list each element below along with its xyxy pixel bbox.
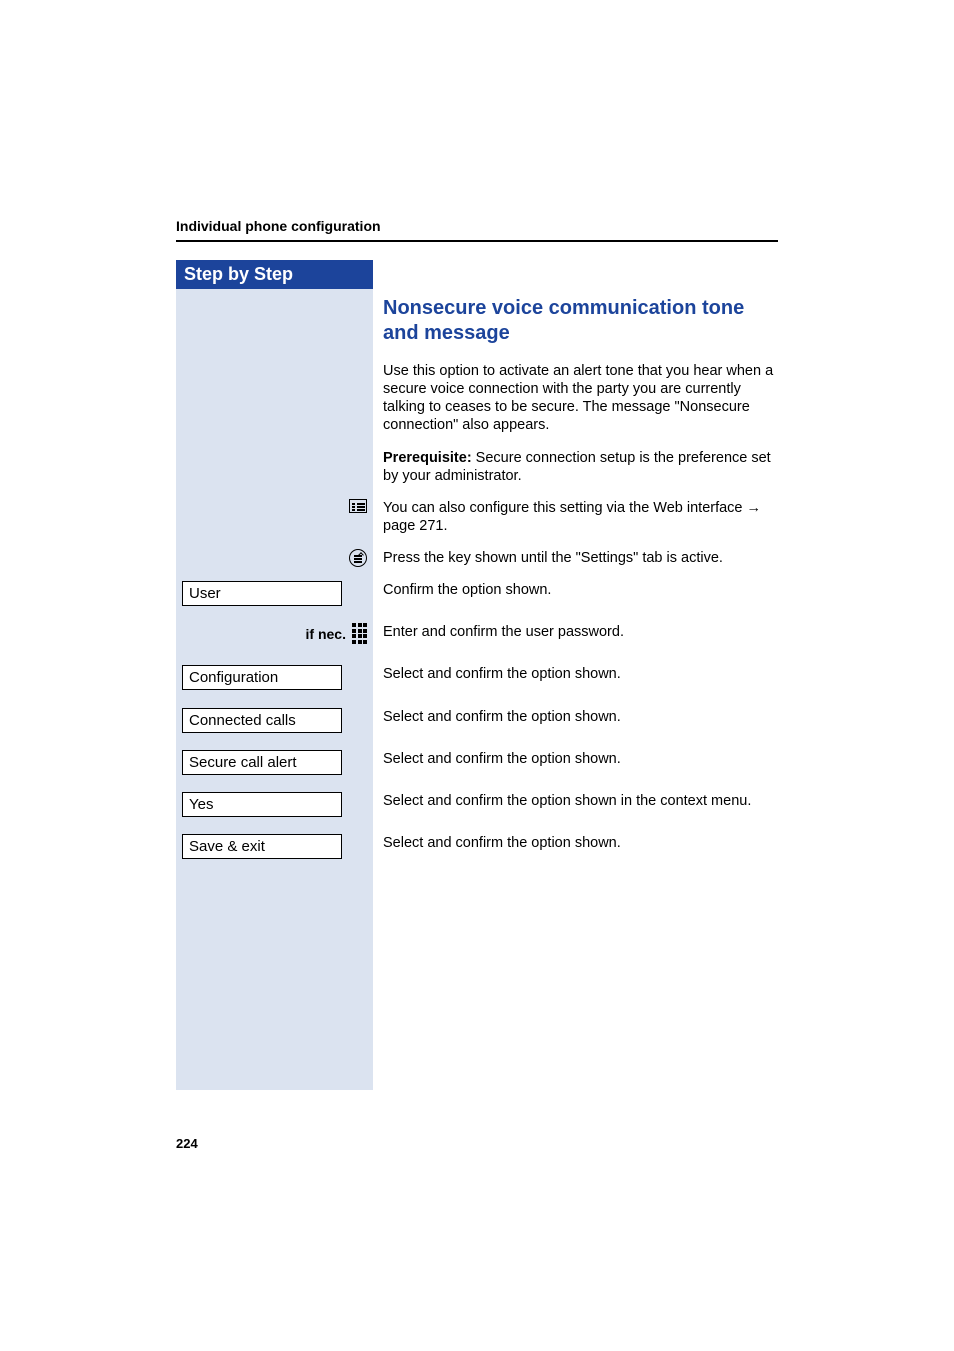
step-row-configuration: Configuration Select and confirm the opt…	[383, 665, 778, 683]
step-row-connected-calls: Connected calls Select and confirm the o…	[383, 708, 778, 726]
step-row-secure-call-alert: Secure call alert Select and confirm the…	[383, 750, 778, 768]
step-text-settings: Press the key shown until the "Settings"…	[383, 549, 723, 567]
prereq-label: Prerequisite:	[383, 450, 472, 466]
step-row-password: if nec. Enter and confirm the user passw…	[383, 623, 778, 641]
step-text-yes: Select and confirm the option shown in t…	[383, 792, 751, 810]
step-row-save-exit: Save & exit Select and confirm the optio…	[383, 834, 778, 852]
phone-field-configuration: Configuration	[182, 665, 342, 690]
phone-field-yes: Yes	[182, 792, 342, 817]
step-text-save-exit: Select and confirm the option shown.	[383, 834, 621, 852]
keypad-icon	[352, 623, 367, 644]
phone-field-user: User	[182, 581, 342, 606]
header-title: Individual phone configuration	[176, 218, 381, 234]
intro-paragraph: Use this option to activate an alert ton…	[383, 362, 778, 435]
step-text-user: Confirm the option shown.	[383, 581, 551, 599]
step-text-password: Enter and confirm the user password.	[383, 623, 624, 641]
settings-key-icon	[349, 549, 367, 567]
section-heading: Nonsecure voice communication tone and m…	[383, 296, 778, 346]
step-row-yes: Yes Select and confirm the option shown …	[383, 792, 778, 810]
step-text-secure-call-alert: Select and confirm the option shown.	[383, 750, 621, 768]
page-number: 224	[176, 1136, 198, 1151]
phone-field-save-exit: Save & exit	[182, 834, 342, 859]
web-interface-note-row: You can also configure this setting via …	[383, 499, 778, 535]
phone-field-connected-calls: Connected calls	[182, 708, 342, 733]
step-text-connected-calls: Select and confirm the option shown.	[383, 708, 621, 726]
sidebar-title: Step by Step	[176, 260, 373, 289]
page-header: Individual phone configuration	[176, 218, 778, 242]
web-interface-note: You can also configure this setting via …	[383, 499, 778, 535]
ifnec-label: if nec.	[306, 626, 346, 642]
content-column: Nonsecure voice communication tone and m…	[383, 260, 778, 866]
step-row-user: User Confirm the option shown.	[383, 581, 778, 599]
step-text-configuration: Select and confirm the option shown.	[383, 665, 621, 683]
phone-field-secure-call-alert: Secure call alert	[182, 750, 342, 775]
web-interface-icon	[349, 499, 367, 513]
prereq-paragraph: Prerequisite: Secure connection setup is…	[383, 449, 778, 485]
web-note-text: You can also configure this setting via …	[383, 500, 747, 516]
step-row-settings: Press the key shown until the "Settings"…	[383, 549, 778, 567]
